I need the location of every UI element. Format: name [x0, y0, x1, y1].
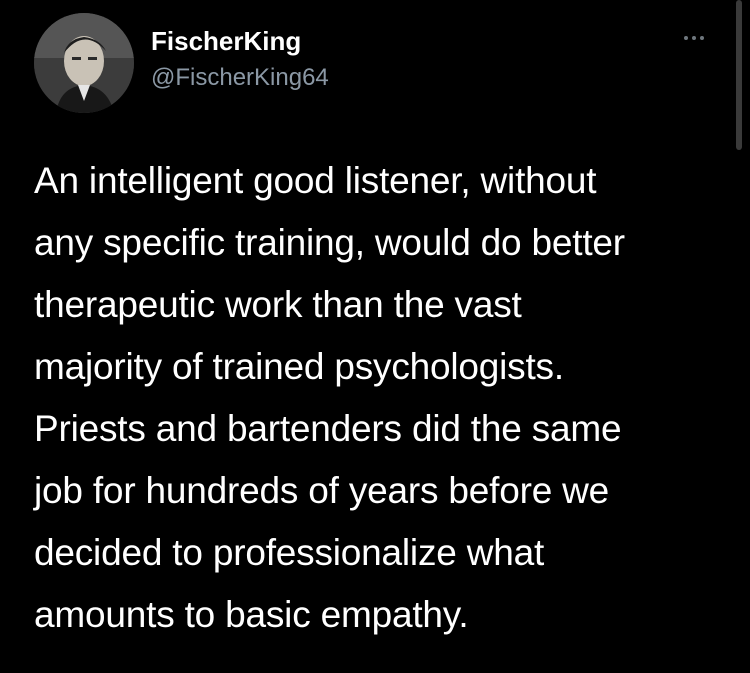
user-handle[interactable]: @FischerKing64 [151, 62, 329, 94]
ellipsis-icon [700, 36, 704, 40]
ellipsis-icon [684, 36, 688, 40]
ellipsis-icon [692, 36, 696, 40]
profile-photo-icon [34, 13, 134, 113]
tweet-text: An intelligent good listener, without an… [34, 160, 625, 635]
display-name[interactable]: FischerKing [151, 25, 301, 57]
scrollbar[interactable] [736, 0, 742, 150]
tweet: FischerKing @FischerKing64 An intelligen… [0, 0, 750, 673]
more-options-button[interactable] [676, 28, 712, 48]
avatar[interactable] [34, 13, 134, 113]
